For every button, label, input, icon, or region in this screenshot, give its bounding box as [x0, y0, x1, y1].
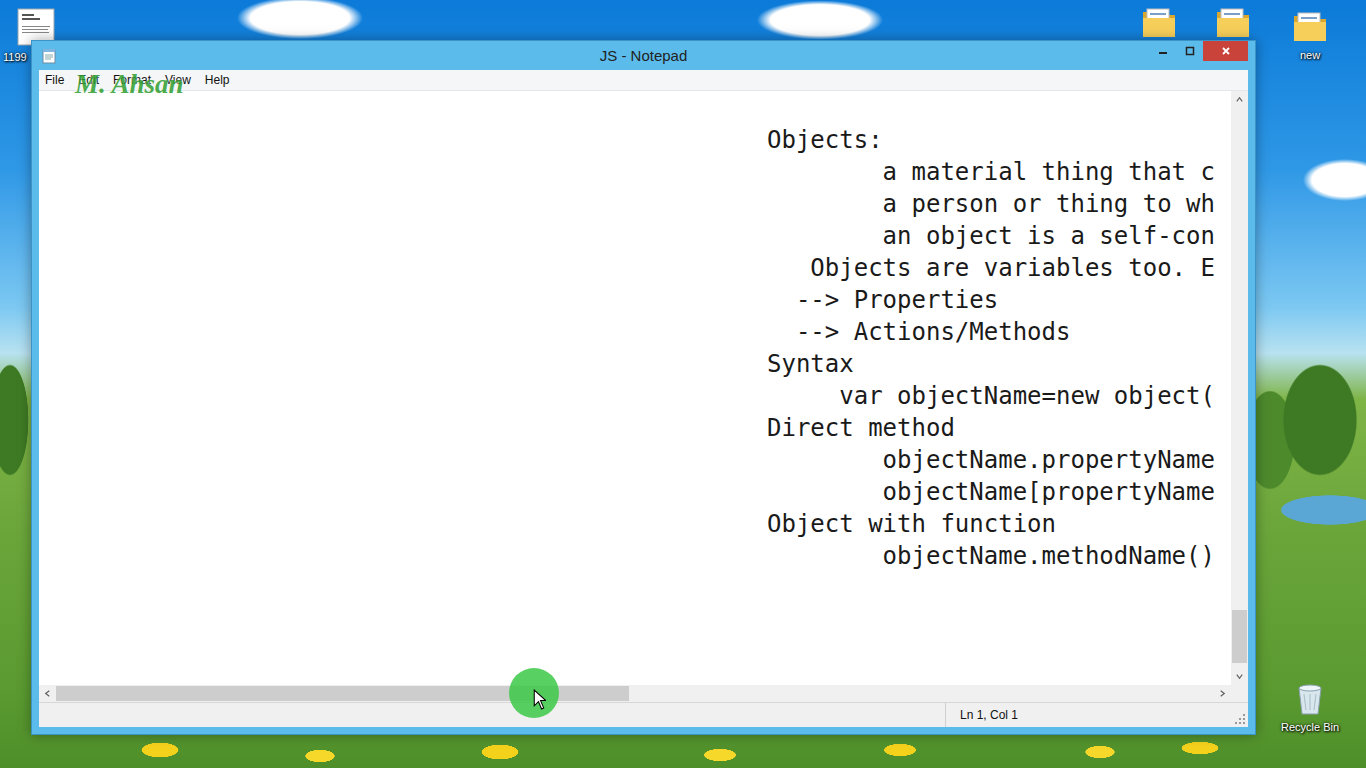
text-line: Object with function: [767, 508, 1231, 540]
text-line: var objectName=new object(: [767, 380, 1231, 412]
menu-bar: FileEditFormatViewHelp: [39, 70, 1248, 91]
text-line: Direct method: [767, 412, 1231, 444]
text-line: objectName.methodName(): [767, 540, 1231, 572]
text-line: Objects:: [767, 124, 1231, 156]
folder-icon: [1215, 4, 1251, 40]
scrollbar-track[interactable]: [56, 685, 1214, 702]
text-line: a person or thing to wh: [767, 188, 1231, 220]
text-area[interactable]: Objects: a material thing that c a perso…: [39, 91, 1231, 685]
notepad-window[interactable]: JS - NotepadFileEditFormatViewHelpObject…: [31, 40, 1256, 735]
maximize-button[interactable]: [1176, 41, 1203, 61]
text-line: objectName[propertyName: [767, 476, 1231, 508]
folder-icon: [1292, 8, 1328, 44]
watermark: M. Ahsan: [75, 69, 184, 100]
scroll-corner: [1231, 685, 1248, 702]
desktop-icon[interactable]: [1124, 4, 1194, 40]
text-line: Objects are variables too. E: [767, 252, 1231, 284]
status-bar: Ln 1, Col 1: [39, 702, 1248, 727]
desktop-icon-label: Recycle Bin: [1281, 720, 1339, 734]
down-arrow-icon: [1235, 672, 1244, 681]
right-arrow-icon: [1218, 689, 1227, 698]
up-arrow-icon: [1235, 95, 1244, 104]
desktop-icon-label: new: [1300, 48, 1320, 62]
horizontal-scrollbar[interactable]: [39, 685, 1248, 702]
scroll-right-button[interactable]: [1214, 685, 1231, 702]
desktop-icon[interactable]: Recycle Bin: [1275, 680, 1345, 734]
text-line: --> Actions/Methods: [767, 316, 1231, 348]
maximize-icon: [1185, 46, 1195, 56]
desktop-icon[interactable]: [1198, 4, 1268, 40]
scrollbar-thumb[interactable]: [1232, 610, 1247, 663]
menu-item[interactable]: File: [39, 73, 71, 87]
cursor-position: Ln 1, Col 1: [945, 703, 1234, 727]
text-line: an object is a self-con: [767, 220, 1231, 252]
title-bar[interactable]: JS - Notepad: [39, 41, 1248, 70]
folder-icon: [1141, 4, 1177, 40]
minimize-button[interactable]: [1149, 41, 1176, 61]
menu-item[interactable]: Help: [198, 73, 237, 87]
text-line: objectName.propertyName: [767, 444, 1231, 476]
left-arrow-icon: [43, 689, 52, 698]
scroll-left-button[interactable]: [39, 685, 56, 702]
minimize-icon: [1158, 46, 1168, 56]
scroll-up-button[interactable]: [1231, 91, 1248, 108]
resize-grip-icon[interactable]: [1234, 713, 1246, 725]
window-title: JS - Notepad: [600, 41, 688, 70]
notepad-icon: [41, 48, 57, 64]
close-icon: [1221, 46, 1231, 56]
desktop: 1199 new Recycle Bin JS - NotepadFileEditFo…: [0, 0, 1366, 768]
close-button[interactable]: [1203, 41, 1248, 61]
scroll-down-button[interactable]: [1231, 668, 1248, 685]
vertical-scrollbar[interactable]: [1231, 91, 1248, 685]
scrollbar-track[interactable]: [1231, 108, 1248, 668]
text-line: --> Properties: [767, 284, 1231, 316]
text-line: Syntax: [767, 348, 1231, 380]
mouse-pointer-icon: [533, 689, 546, 710]
desktop-icon-label: 1199: [0, 50, 27, 64]
text-line: a material thing that c: [767, 156, 1231, 188]
recycle-bin-icon: [1292, 680, 1328, 716]
desktop-icon[interactable]: new: [1275, 8, 1345, 62]
